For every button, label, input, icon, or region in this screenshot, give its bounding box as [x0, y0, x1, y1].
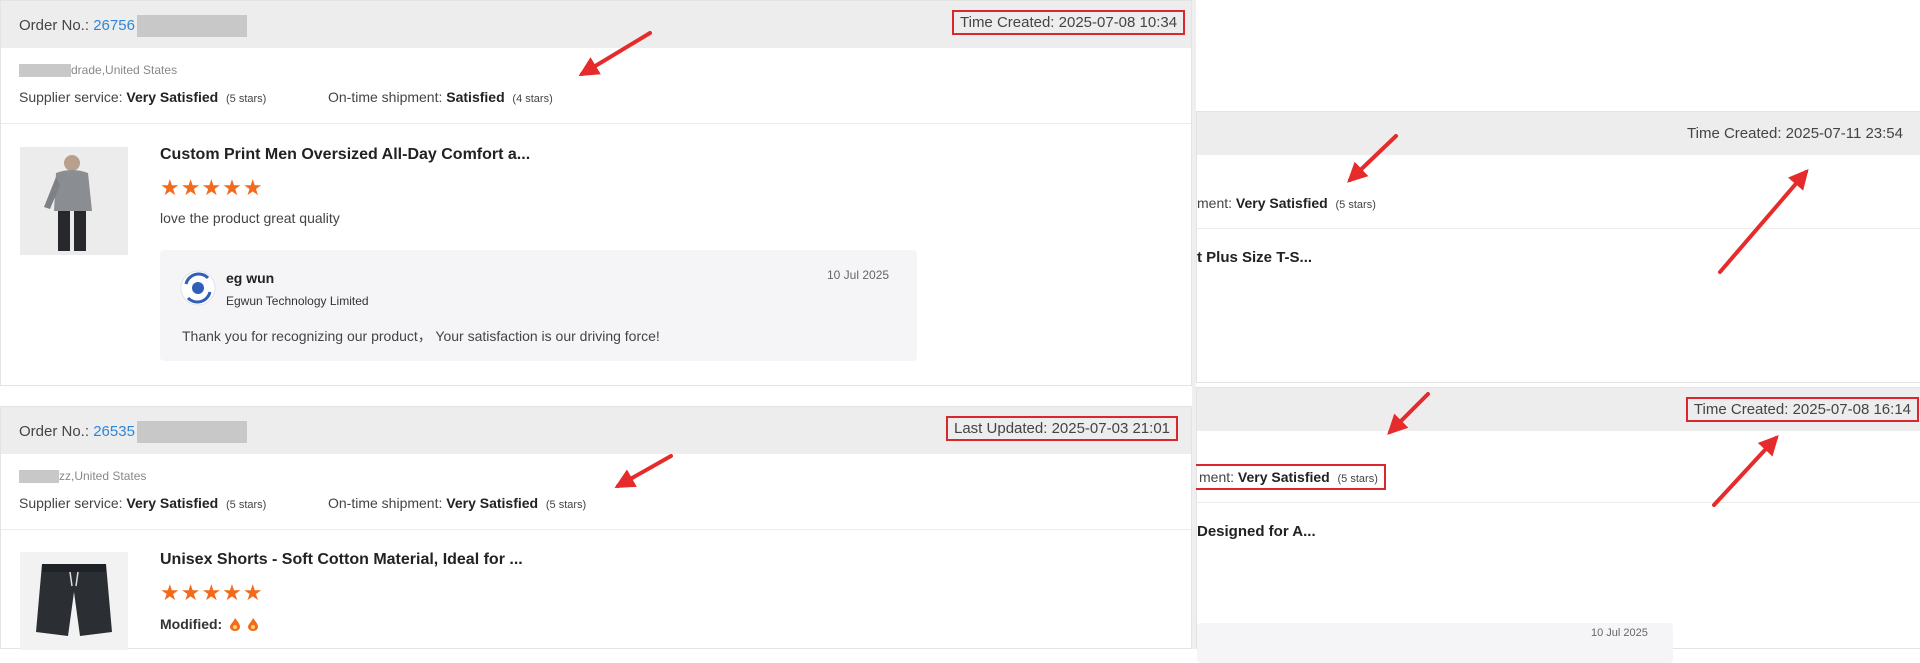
arrow — [1347, 134, 1398, 183]
arrow — [1712, 435, 1779, 507]
annotation-arrows — [578, 31, 1809, 507]
arrow — [578, 31, 652, 77]
arrow — [1387, 392, 1430, 435]
arrow — [1718, 168, 1809, 274]
arrow — [614, 454, 673, 488]
